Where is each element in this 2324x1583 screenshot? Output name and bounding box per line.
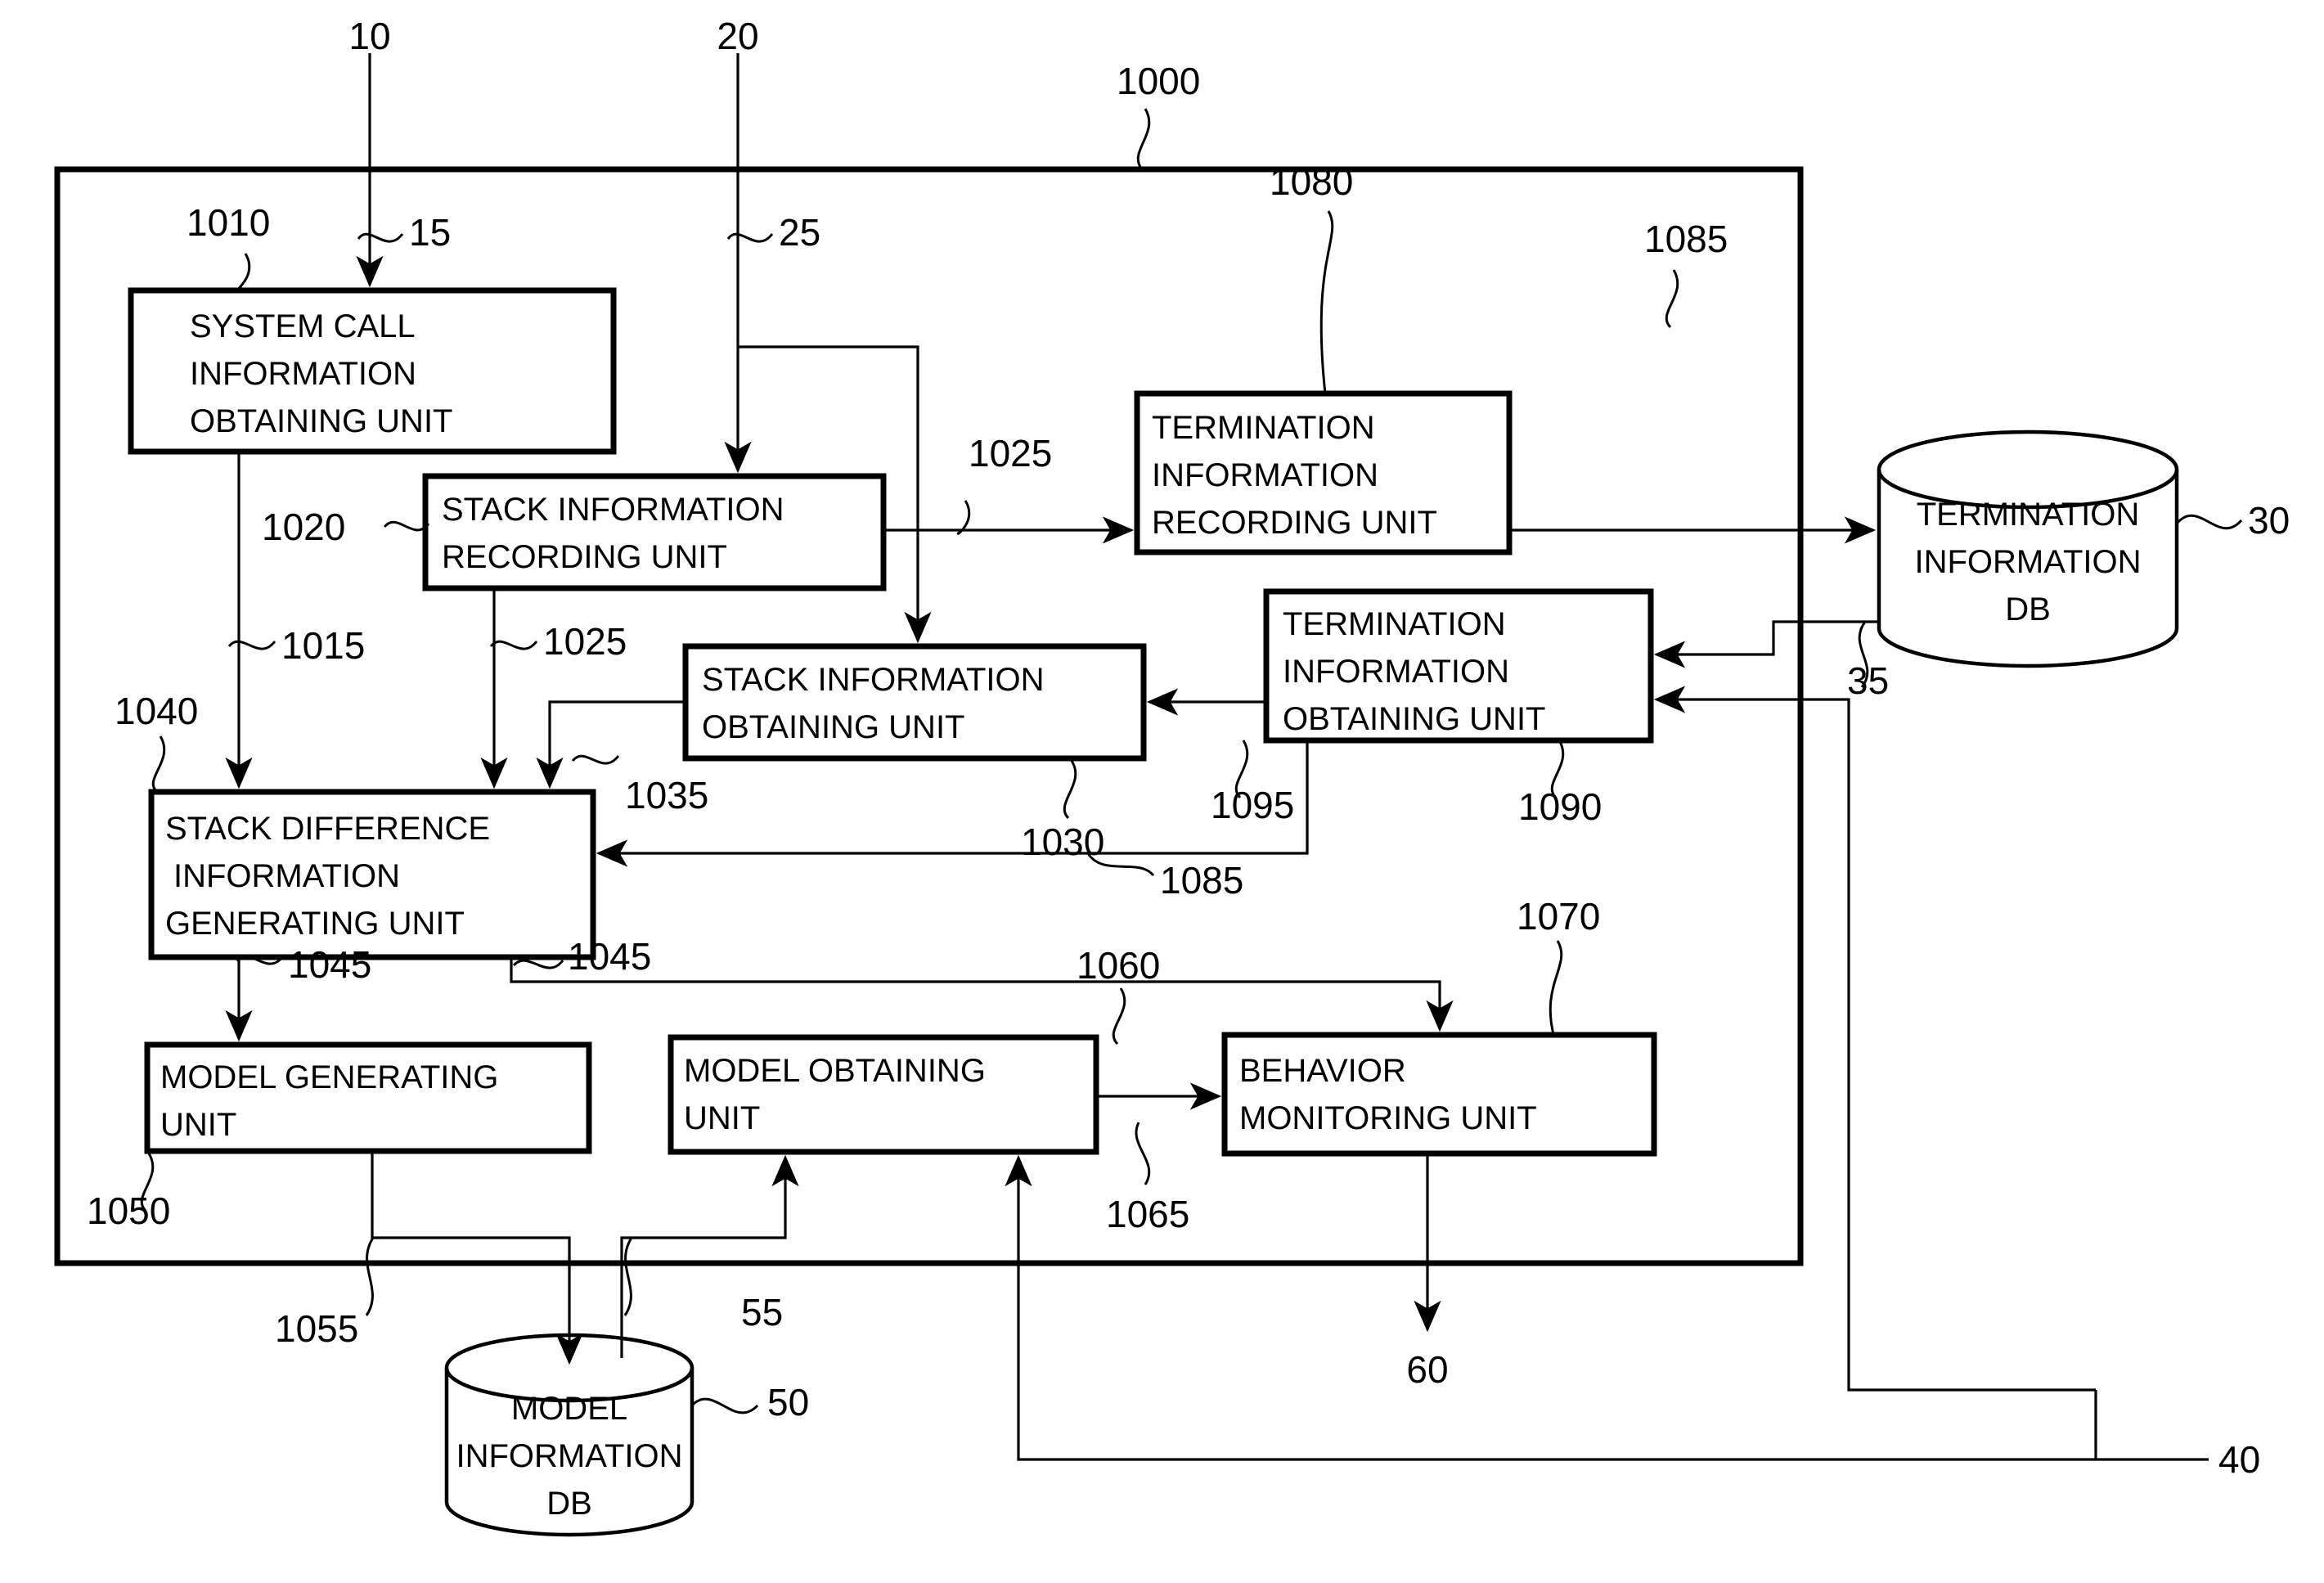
ref-1085-mid: 1085 bbox=[1160, 859, 1243, 902]
stack-difference-line2: INFORMATION bbox=[173, 858, 400, 894]
ref-35: 35 bbox=[1847, 659, 1889, 702]
model-generating-line1: MODEL GENERATING bbox=[160, 1059, 498, 1095]
ref-40: 40 bbox=[2218, 1438, 2260, 1481]
arrow-35-termdb-to-termobtaining bbox=[1653, 620, 1879, 668]
termination-db-line1: TERMINATION bbox=[1917, 497, 2140, 533]
leader-15 bbox=[357, 232, 404, 243]
stack-recording-line1: STACK INFORMATION bbox=[442, 492, 784, 528]
leader-1080 bbox=[1319, 210, 1334, 394]
ref-20: 20 bbox=[717, 15, 758, 57]
stack-difference-line3: GENERATING UNIT bbox=[165, 906, 465, 942]
ref-1055: 1055 bbox=[275, 1307, 358, 1350]
stack-obtaining-line2: OBTAINING UNIT bbox=[702, 709, 964, 745]
leader-30 bbox=[2175, 514, 2243, 530]
system-call-line1: SYSTEM CALL bbox=[190, 308, 416, 344]
ref-60: 60 bbox=[1406, 1348, 1448, 1391]
ref-1025-top: 1025 bbox=[969, 432, 1052, 474]
ref-1070: 1070 bbox=[1517, 895, 1600, 938]
ref-15: 15 bbox=[409, 211, 451, 254]
ref-55: 55 bbox=[741, 1291, 783, 1333]
leader-1045-right bbox=[512, 959, 564, 969]
leader-1025-mid bbox=[489, 640, 538, 650]
termination-obtaining-line2: INFORMATION bbox=[1283, 654, 1509, 690]
model-obtaining-line1: MODEL OBTAINING bbox=[684, 1053, 986, 1089]
ref-1090: 1090 bbox=[1518, 785, 1602, 828]
leader-1010 bbox=[236, 253, 251, 291]
leader-1055 bbox=[365, 1237, 375, 1316]
leader-1020 bbox=[383, 520, 430, 532]
model-db-line1: MODEL bbox=[511, 1391, 627, 1427]
termination-obtaining-line1: TERMINATION bbox=[1283, 606, 1506, 642]
leader-1040 bbox=[151, 735, 166, 794]
behavior-monitoring-line1: BEHAVIOR bbox=[1239, 1053, 1406, 1089]
stack-obtaining-line1: STACK INFORMATION bbox=[702, 662, 1045, 698]
ref-1035: 1035 bbox=[625, 774, 708, 816]
ref-1015: 1015 bbox=[281, 624, 365, 667]
termination-db-line2: INFORMATION bbox=[1914, 544, 2141, 580]
ref-10: 10 bbox=[348, 15, 390, 57]
ref-1060: 1060 bbox=[1077, 944, 1160, 987]
patent-figure-canvas: SYSTEM CALL INFORMATION OBTAINING UNIT S… bbox=[0, 0, 2324, 1583]
model-generating-line2: UNIT bbox=[160, 1107, 236, 1143]
ref-1010: 1010 bbox=[187, 201, 270, 244]
ref-1030: 1030 bbox=[1021, 821, 1104, 863]
termination-recording-line1: TERMINATION bbox=[1152, 410, 1375, 446]
behavior-monitoring-line2: MONITORING UNIT bbox=[1239, 1100, 1537, 1136]
ref-1095: 1095 bbox=[1211, 784, 1294, 826]
ref-1050: 1050 bbox=[87, 1189, 170, 1232]
ref-1000: 1000 bbox=[1117, 60, 1200, 102]
ref-25: 25 bbox=[779, 211, 820, 254]
ref-1085-top: 1085 bbox=[1644, 218, 1728, 260]
ref-50: 50 bbox=[767, 1381, 809, 1423]
leader-1030 bbox=[1063, 760, 1077, 820]
ref-1045-right: 1045 bbox=[568, 935, 651, 978]
stack-recording-line2: RECORDING UNIT bbox=[442, 539, 727, 575]
leader-1085-top bbox=[1665, 269, 1679, 329]
system-call-line3: OBTAINING UNIT bbox=[190, 403, 452, 439]
stack-difference-line1: STACK DIFFERENCE bbox=[165, 811, 490, 847]
leader-1065 bbox=[1135, 1122, 1151, 1185]
ref-1080: 1080 bbox=[1270, 160, 1353, 203]
ref-1020: 1020 bbox=[262, 506, 345, 548]
leader-25 bbox=[726, 232, 774, 243]
leader-1035 bbox=[571, 754, 620, 765]
arrow-40-external-to-termobtaining bbox=[1653, 686, 2096, 1392]
termination-db-line3: DB bbox=[2005, 591, 2051, 627]
leader-1070 bbox=[1549, 940, 1563, 1038]
ref-1040: 1040 bbox=[115, 690, 198, 732]
leader-1015 bbox=[227, 640, 276, 650]
termination-obtaining-line3: OBTAINING UNIT bbox=[1283, 701, 1545, 737]
model-db-line3: DB bbox=[546, 1486, 592, 1522]
ref-1045-left: 1045 bbox=[288, 943, 371, 986]
leader-50 bbox=[690, 1397, 759, 1414]
termination-recording-line2: INFORMATION bbox=[1152, 457, 1378, 493]
model-db-line2: INFORMATION bbox=[456, 1438, 682, 1474]
diagram-svg: SYSTEM CALL INFORMATION OBTAINING UNIT S… bbox=[54, 15, 2290, 1537]
ref-1065: 1065 bbox=[1106, 1193, 1189, 1235]
model-obtaining-line2: UNIT bbox=[684, 1100, 760, 1136]
ref-30: 30 bbox=[2248, 499, 2290, 542]
leader-1060 bbox=[1112, 987, 1126, 1046]
leader-55 bbox=[623, 1237, 633, 1316]
arrow-1055-modelgen-to-modeldb bbox=[371, 1151, 583, 1365]
termination-recording-line3: RECORDING UNIT bbox=[1152, 505, 1437, 541]
system-call-line2: INFORMATION bbox=[190, 356, 416, 392]
ref-1025-mid: 1025 bbox=[543, 620, 627, 663]
leader-1025-top bbox=[956, 500, 971, 535]
leader-1000 bbox=[1136, 108, 1151, 170]
